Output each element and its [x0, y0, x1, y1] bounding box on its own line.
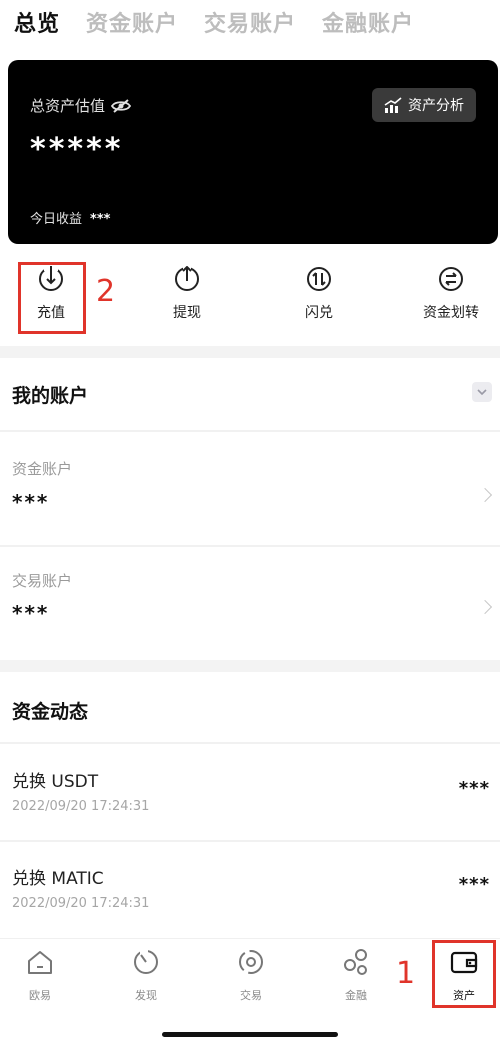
nav-label: 发现	[135, 989, 157, 1002]
today-earnings-value: ***	[90, 212, 111, 227]
fund-activity-title: 资金动态	[12, 701, 89, 723]
activity-title: 兑换 USDT	[12, 772, 99, 792]
account-value: ***	[12, 490, 50, 514]
transfer-button[interactable]: 资金划转	[406, 266, 496, 322]
withdraw-label: 提现	[173, 305, 201, 321]
account-label: 资金账户	[12, 460, 73, 478]
tab-overview[interactable]: 总览	[14, 6, 60, 38]
chevron-down-icon	[477, 389, 487, 396]
trade-icon	[239, 950, 263, 974]
chevron-right-icon	[477, 599, 493, 615]
chart-trend-icon	[384, 97, 402, 113]
discover-icon	[134, 949, 158, 974]
swap-label: 闪兑	[305, 305, 333, 321]
account-value: ***	[12, 601, 50, 625]
withdraw-icon	[175, 265, 199, 291]
top-tabs: 总览 资金账户 交易账户 金融账户	[0, 0, 500, 44]
total-assets-card: 总资产估值 ***** 今日收益 *** 资产分析	[8, 60, 498, 244]
transfer-icon	[439, 267, 463, 291]
swap-icon	[307, 267, 331, 291]
deposit-highlight-box	[18, 262, 86, 334]
assets-nav-highlight-box	[432, 940, 496, 1008]
divider	[0, 430, 500, 432]
transfer-label: 资金划转	[423, 305, 479, 321]
tab-funding-account[interactable]: 资金账户	[86, 6, 178, 38]
nav-item-home[interactable]: 欧易	[10, 947, 70, 1003]
section-divider	[0, 660, 500, 672]
total-assets-label: 总资产估值	[30, 97, 106, 115]
account-label: 交易账户	[12, 572, 73, 590]
activity-title: 兑换 MATIC	[12, 869, 104, 889]
today-earnings-label: 今日收益	[30, 212, 83, 227]
tab-trading-account[interactable]: 交易账户	[204, 6, 296, 38]
tab-finance-account[interactable]: 金融账户	[322, 6, 414, 38]
section-divider	[0, 346, 500, 358]
annotation-number-2: 2	[96, 274, 116, 309]
home-indicator	[162, 1032, 338, 1037]
divider	[0, 545, 500, 547]
finance-icon	[344, 949, 367, 975]
nav-item-trade[interactable]: 交易	[221, 947, 281, 1003]
nav-item-discover[interactable]: 发现	[116, 947, 176, 1003]
nav-label: 金融	[345, 989, 367, 1002]
activity-time: 2022/09/20 17:24:31	[12, 799, 150, 814]
divider	[0, 840, 500, 842]
bottom-nav: 欧易 发现 交易 金融 资产	[0, 938, 500, 1018]
total-assets-value: *****	[30, 132, 124, 167]
asset-analysis-label: 资产分析	[408, 98, 464, 114]
chevron-right-icon	[477, 487, 493, 503]
activity-amount: ***	[458, 778, 490, 799]
today-earnings: 今日收益 ***	[30, 208, 110, 227]
home-icon	[28, 951, 52, 974]
divider	[0, 742, 500, 744]
my-accounts-title: 我的账户	[12, 385, 89, 407]
asset-analysis-button[interactable]: 资产分析	[372, 88, 476, 122]
nav-label: 欧易	[29, 989, 51, 1002]
nav-item-finance[interactable]: 金融	[326, 947, 386, 1003]
nav-label: 交易	[240, 989, 262, 1002]
annotation-number-1: 1	[396, 956, 416, 991]
collapse-accounts-button[interactable]	[472, 382, 492, 402]
activity-amount: ***	[458, 874, 490, 895]
swap-button[interactable]: 闪兑	[274, 266, 364, 322]
activity-time: 2022/09/20 17:24:31	[12, 896, 150, 911]
eye-hidden-icon[interactable]	[111, 98, 132, 114]
withdraw-button[interactable]: 提现	[142, 265, 232, 322]
total-assets-label-row: 总资产估值	[30, 95, 132, 116]
